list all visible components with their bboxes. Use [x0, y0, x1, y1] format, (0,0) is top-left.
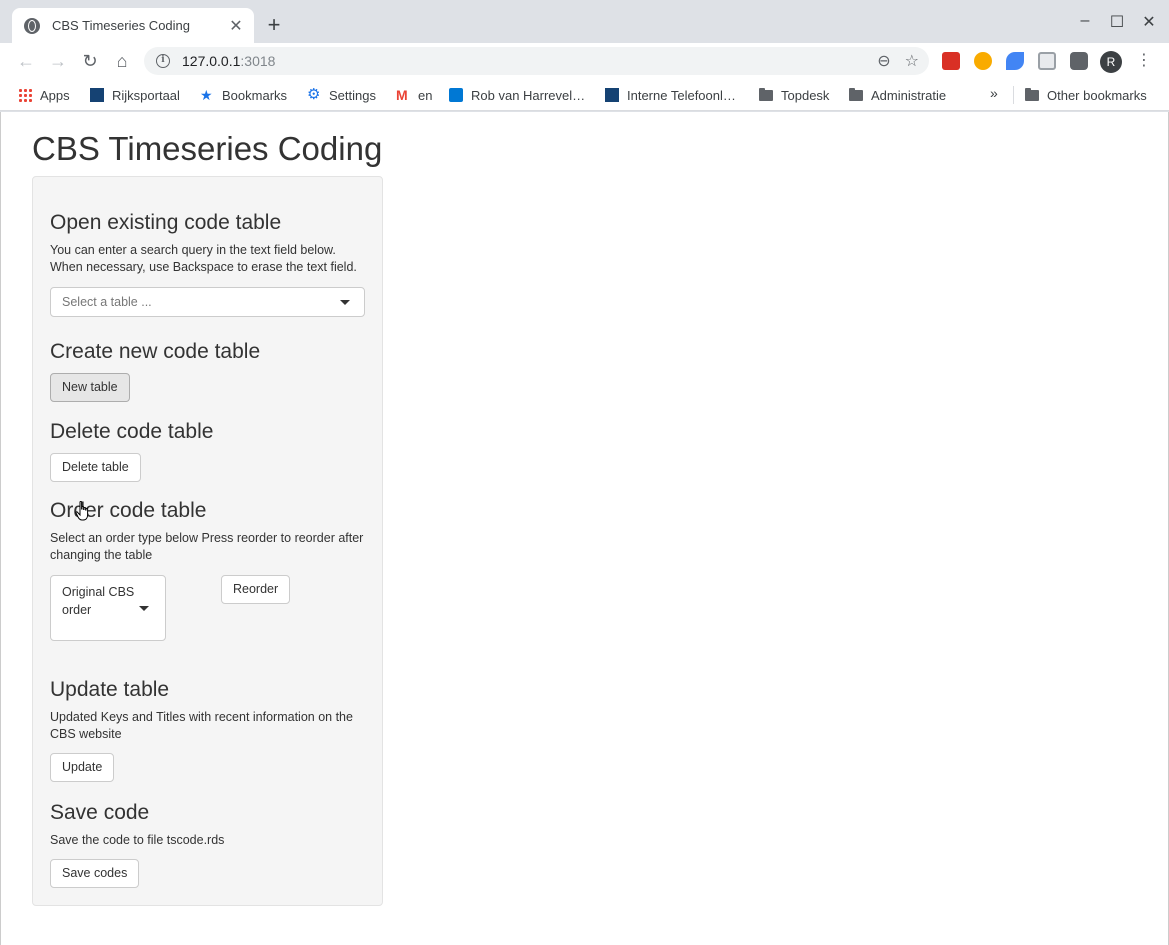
order-table-help: Select an order type below Press reorder… [50, 531, 364, 562]
new-tab-button[interactable]: + [262, 13, 286, 37]
reorder-button[interactable]: Reorder [221, 575, 291, 604]
browser-toolbar: ← → ↻ ⌂ i 127.0.0.1:3018 ⊖ ☆ R ⋮ [0, 43, 1169, 79]
bookmark-settings[interactable]: ⚙ Settings [307, 86, 376, 104]
profile-avatar[interactable]: R [1100, 51, 1122, 73]
bookmark-telefoonlijst[interactable]: Interne Telefoonl… [605, 86, 736, 104]
delete-table-heading: Delete code table [50, 420, 214, 443]
site-info-icon[interactable]: i [156, 54, 170, 68]
bookmark-rijksportaal[interactable]: Rijksportaal [90, 86, 180, 104]
gmail-icon: M [396, 87, 408, 103]
bookmarks-separator [1013, 86, 1014, 104]
puzzle-extensions-icon[interactable] [1070, 52, 1088, 70]
minimize-icon[interactable]: – [1075, 12, 1095, 30]
extension-icon[interactable] [974, 52, 992, 70]
save-codes-button[interactable]: Save codes [50, 859, 140, 888]
page-content: CBS Timeseries Coding Open existing code… [0, 112, 1169, 945]
rijksoverheid-icon [90, 88, 104, 102]
outlook-icon [449, 88, 463, 102]
bookmark-gmail[interactable]: Men [396, 86, 432, 104]
rijksoverheid-icon [605, 88, 619, 102]
browser-menu-icon[interactable]: ⋮ [1136, 51, 1152, 71]
bookmark-apps[interactable]: Apps [18, 86, 70, 104]
chevron-down-icon [139, 606, 149, 611]
bookmark-topdesk[interactable]: Topdesk [759, 86, 829, 104]
bookmark-star-icon[interactable]: ☆ [905, 51, 919, 71]
close-window-icon[interactable]: ✕ [1139, 12, 1159, 32]
order-table-heading: Order code table [50, 499, 207, 522]
gear-icon: ⚙ [307, 86, 321, 103]
close-tab-icon[interactable]: ✕ [228, 16, 244, 36]
maximize-icon[interactable]: ☐ [1107, 12, 1127, 32]
table-select[interactable]: Select a table ... [50, 287, 365, 317]
new-table-button[interactable]: New table [50, 373, 130, 402]
star-icon: ★ [200, 87, 213, 103]
create-table-heading: Create new code table [50, 340, 261, 363]
order-type-select[interactable]: Original CBS order [50, 575, 166, 641]
globe-icon [24, 17, 40, 34]
chevron-down-icon [340, 300, 350, 305]
sidebar-panel: Open existing code table You can enter a… [32, 176, 383, 906]
forward-arrow-icon[interactable]: → [46, 49, 70, 73]
tab-title: CBS Timeseries Coding [52, 18, 190, 33]
order-type-value: Original CBS order [62, 585, 135, 617]
folder-icon [849, 87, 863, 101]
browser-tab[interactable]: CBS Timeseries Coding ✕ [12, 8, 254, 43]
table-select-placeholder: Select a table ... [62, 295, 152, 309]
update-table-heading: Update table [50, 678, 170, 701]
back-arrow-icon[interactable]: ← [14, 49, 38, 73]
lastpass-extension-icon[interactable] [942, 52, 960, 70]
update-button[interactable]: Update [50, 753, 115, 782]
reload-icon[interactable]: ↻ [78, 49, 102, 73]
home-icon[interactable]: ⌂ [110, 49, 134, 73]
zoom-icon[interactable]: ⊖ [877, 51, 890, 71]
save-code-help: Save the code to file tscode.rds [50, 833, 225, 847]
address-bar[interactable]: i 127.0.0.1:3018 ⊖ ☆ [144, 47, 929, 75]
more-bookmarks-chevron-icon[interactable]: » [990, 85, 998, 101]
feather-extension-icon[interactable] [1006, 52, 1024, 70]
open-table-help: You can enter a search query in the text… [50, 243, 357, 274]
delete-table-button[interactable]: Delete table [50, 453, 141, 482]
bookmark-other[interactable]: Other bookmarks [1025, 86, 1147, 104]
bookmarks-bar: Apps Rijksportaal ★ Bookmarks ⚙ Settings M… [0, 79, 1169, 111]
page-title: CBS Timeseries Coding [32, 130, 383, 167]
save-code-heading: Save code [50, 801, 150, 824]
open-table-heading: Open existing code table [50, 211, 282, 234]
url-text: 127.0.0.1:3018 [182, 53, 276, 69]
apps-grid-icon [18, 88, 32, 102]
update-table-help: Updated Keys and Titles with recent info… [50, 710, 353, 741]
bookmark-administratie[interactable]: Administratie [849, 86, 946, 104]
folder-icon [1025, 87, 1039, 101]
browser-titlebar: CBS Timeseries Coding ✕ + – ☐ ✕ [0, 0, 1169, 43]
bookmark-bookmarks[interactable]: ★ Bookmarks [200, 86, 287, 104]
folder-icon [759, 87, 773, 101]
hand-cursor-icon [75, 501, 89, 521]
cast-extension-icon[interactable] [1038, 52, 1056, 70]
bookmark-outlook[interactable]: Rob van Harrevel… [449, 86, 585, 104]
